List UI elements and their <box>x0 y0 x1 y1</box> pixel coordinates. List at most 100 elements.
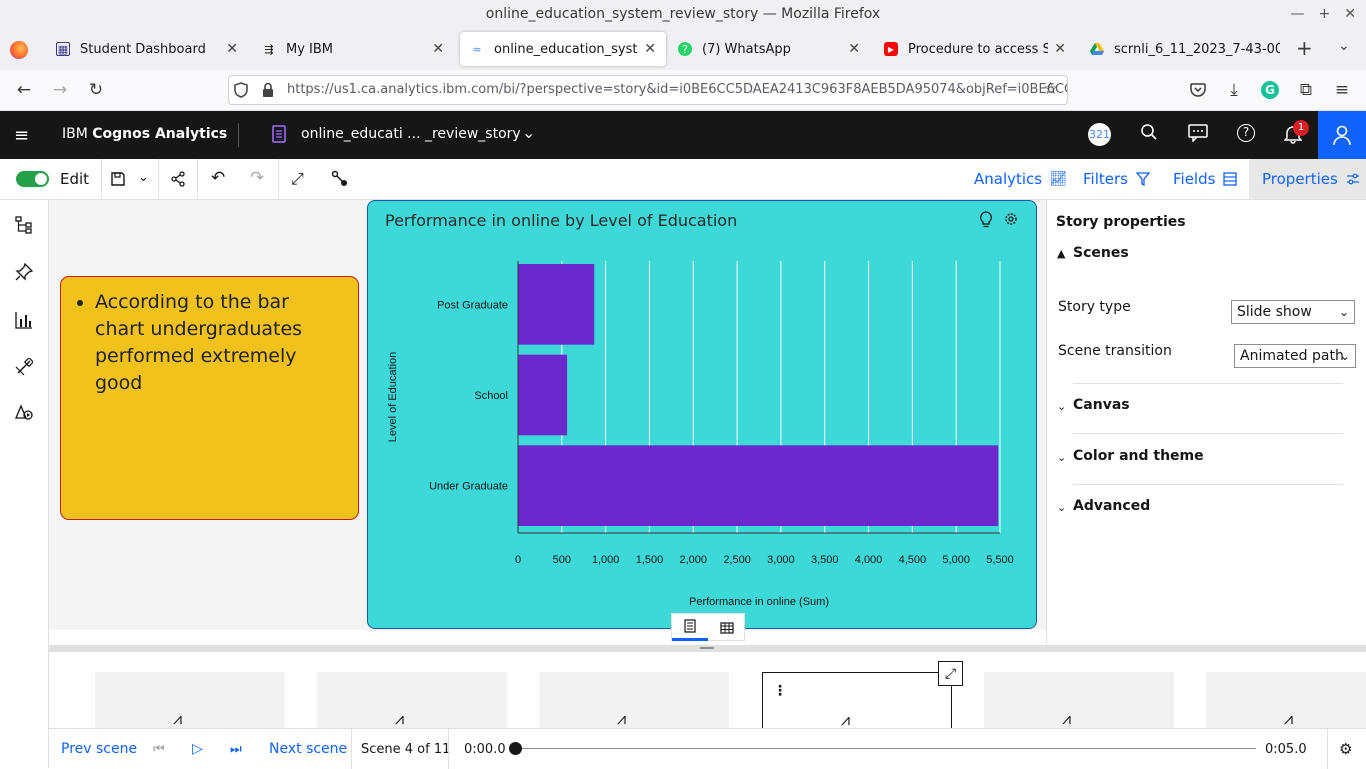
tab-procedure-smart[interactable]: ▶ Procedure to access Smart ✕ <box>874 32 1076 66</box>
filters-button[interactable]: Filters <box>1083 159 1150 199</box>
properties-button[interactable]: Properties <box>1262 159 1360 199</box>
brand-name: Cognos Analytics <box>92 126 228 142</box>
close-tab-icon[interactable]: ✕ <box>644 41 656 57</box>
drag-handle-icon[interactable] <box>700 647 714 649</box>
panel-splitter[interactable] <box>49 645 1366 652</box>
lock-icon[interactable] <box>262 82 274 102</box>
media-shapes-icon[interactable] <box>12 400 36 424</box>
document-title[interactable]: online_educati ... _review_story <box>301 126 521 142</box>
divider <box>351 729 352 769</box>
chart-widget[interactable]: Performance in online by Level of Educat… <box>367 200 1037 629</box>
assistant-chat-icon[interactable] <box>1188 124 1208 146</box>
save-menu-chevron-icon[interactable]: ⌄ <box>138 170 149 185</box>
document-switcher-chevron-icon[interactable]: ⌄ <box>522 123 535 142</box>
color-theme-section-header[interactable]: Color and theme <box>1073 448 1204 464</box>
main-menu-icon[interactable]: ≡ <box>14 125 29 146</box>
help-icon[interactable]: ? <box>1237 124 1255 142</box>
new-tab-icon[interactable]: + <box>1296 36 1313 60</box>
playback-settings-gear-icon[interactable]: ⚙︎ <box>1339 729 1352 769</box>
extensions-icon[interactable]: ⧉ <box>1294 78 1318 102</box>
edit-mode-toggle[interactable] <box>16 171 49 187</box>
collapse-chevron-icon[interactable]: ▲ <box>1057 247 1065 260</box>
fields-button[interactable]: Fields <box>1173 159 1238 199</box>
fields-label: Fields <box>1173 170 1216 188</box>
close-tab-icon[interactable]: ✕ <box>226 41 238 57</box>
prev-scene-button[interactable]: Prev scene <box>61 729 137 769</box>
scene-thumbnail-selected[interactable]: ⋮ ⩘ <box>762 672 952 728</box>
downloads-icon[interactable]: ⤓ <box>1222 78 1246 102</box>
close-window-icon[interactable]: ✕ <box>1344 0 1356 28</box>
scene-thumbnail[interactable]: ⩘ <box>539 672 729 728</box>
tab-student-dashboard[interactable]: ▦ Student Dashboard ✕ <box>46 32 248 66</box>
insights-lightbulb-icon[interactable] <box>979 211 993 232</box>
bar[interactable] <box>518 264 595 345</box>
menu-hamburger-icon[interactable]: ≡ <box>1330 78 1354 102</box>
story-view-tab[interactable] <box>672 614 708 641</box>
bar[interactable] <box>518 445 999 526</box>
play-icon[interactable]: ▷ <box>192 729 203 769</box>
url-bar[interactable]: https://us1.ca.analytics.ibm.com/bi/?per… <box>228 75 1068 105</box>
scenes-section-header[interactable]: Scenes <box>1073 245 1129 261</box>
expand-chevron-icon[interactable]: ⌄ <box>1057 451 1066 464</box>
scene-thumbnail[interactable]: ⩘ <box>95 672 285 728</box>
shield-icon[interactable] <box>234 82 248 102</box>
navigation-path-icon[interactable] <box>331 170 349 192</box>
close-tab-icon[interactable]: ✕ <box>1054 41 1066 57</box>
timeline-grid-view-tab[interactable] <box>709 614 745 641</box>
scene-transition-select[interactable]: Animated path ⌄ <box>1234 344 1356 368</box>
list-tabs-chevron-icon[interactable]: ⌄ <box>1338 38 1350 54</box>
share-icon[interactable] <box>170 171 186 191</box>
bookmark-star-icon[interactable]: ☆ <box>1043 79 1058 99</box>
next-scene-button[interactable]: Next scene <box>269 729 347 769</box>
skip-to-start-icon[interactable]: ⏮︎ <box>153 729 165 769</box>
tab-my-ibm[interactable]: ⇶ My IBM ✕ <box>252 32 454 66</box>
grammarly-icon[interactable]: G <box>1258 78 1282 102</box>
timeline-track[interactable] <box>515 748 1256 749</box>
search-icon[interactable] <box>1140 123 1158 145</box>
visualizations-chart-icon[interactable] <box>12 308 36 332</box>
tab-online-education-story[interactable]: ≈ online_education_system_r ✕ <box>460 32 666 66</box>
url-text: https://us1.ca.analytics.ibm.com/bi/?per… <box>287 82 1068 97</box>
minimize-icon[interactable]: — <box>1291 0 1305 28</box>
fullscreen-expand-icon[interactable]: ⤢ <box>291 169 304 189</box>
close-tab-icon[interactable]: ✕ <box>848 41 860 57</box>
scene-thumbnail[interactable]: ⩘ <box>1206 672 1366 728</box>
pocket-icon[interactable] <box>1186 78 1210 102</box>
data-tree-icon[interactable] <box>12 213 36 237</box>
undo-icon[interactable]: ↶ <box>211 168 225 188</box>
maximize-icon[interactable]: + <box>1319 0 1331 28</box>
mini-chart-icon: ⩘ <box>1062 709 1072 728</box>
tab-scrnli[interactable]: scrnli_6_11_2023_7-43-00 P <box>1080 32 1290 66</box>
scene-thumbnail[interactable]: ⩘ <box>317 672 507 728</box>
back-icon[interactable]: ← <box>12 78 36 102</box>
timeline-scrubber[interactable] <box>509 742 522 755</box>
forward-icon[interactable]: → <box>48 78 72 102</box>
analytics-button[interactable]: Analytics 📈︎ <box>974 159 1067 199</box>
advanced-section-header[interactable]: Advanced <box>1073 498 1150 514</box>
scene-thumbnail[interactable]: ⩘ <box>984 672 1174 728</box>
firefox-icon[interactable] <box>10 41 28 59</box>
canvas-section-header[interactable]: Canvas <box>1073 397 1130 413</box>
widgets-tools-icon[interactable] <box>12 355 36 379</box>
close-tab-icon[interactable]: ✕ <box>432 41 444 57</box>
app-brand[interactable]: IBM Cognos Analytics <box>62 126 227 142</box>
tab-title: Student Dashboard <box>80 41 206 57</box>
tab-whatsapp[interactable]: ? (7) WhatsApp ✕ <box>668 32 870 66</box>
expand-chevron-icon[interactable]: ⌄ <box>1057 501 1066 514</box>
story-type-select[interactable]: Slide show ⌄ <box>1231 300 1355 324</box>
expand-chevron-icon[interactable]: ⌄ <box>1057 400 1066 413</box>
skip-to-end-icon[interactable]: ⏭︎ <box>230 729 242 769</box>
save-icon[interactable] <box>110 171 126 191</box>
bar[interactable] <box>518 354 568 436</box>
text-note-widget[interactable]: According to the bar chart undergraduate… <box>60 276 359 520</box>
toggle-knob <box>35 173 47 185</box>
reload-icon[interactable]: ↻ <box>84 78 108 102</box>
scene-overflow-menu-icon[interactable]: ⋮ <box>773 683 787 699</box>
pin-icon[interactable] <box>12 260 36 284</box>
redo-icon[interactable]: ↷ <box>250 168 264 188</box>
user-avatar[interactable] <box>1318 111 1366 159</box>
chart-settings-gear-icon[interactable] <box>1003 211 1019 231</box>
tab-strip: ▦ Student Dashboard ✕ ⇶ My IBM ✕ ≈ onlin… <box>0 28 1366 70</box>
expand-scene-icon[interactable]: ⤢ <box>938 661 963 686</box>
assets-count-badge[interactable]: 321 <box>1088 123 1111 146</box>
